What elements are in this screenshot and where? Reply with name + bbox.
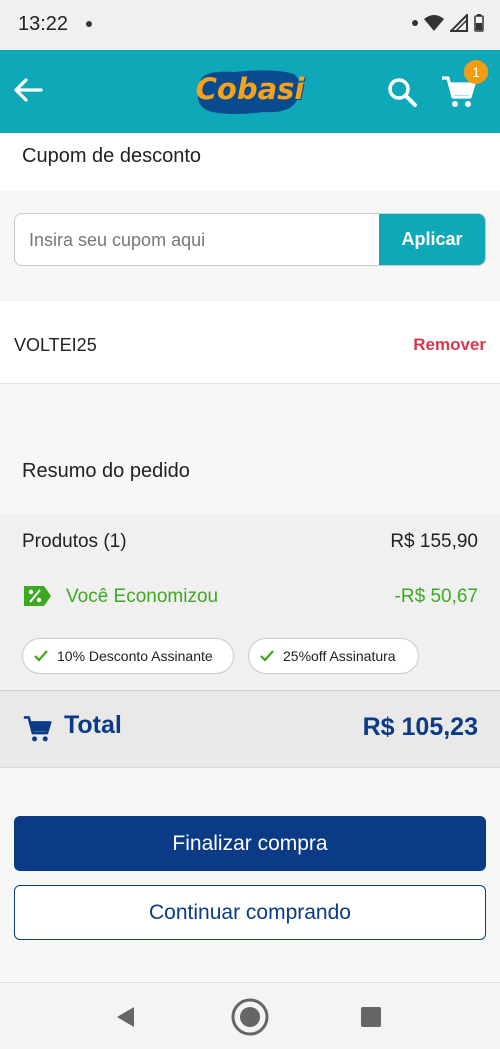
system-nav-bar — [0, 982, 500, 1049]
cart-icon — [23, 716, 52, 742]
summary-title: Resumo do pedido — [22, 460, 190, 482]
products-label: Produtos (1) — [22, 531, 127, 552]
coupon-input-group: Aplicar — [14, 213, 486, 266]
status-bar: 13:22 — [0, 0, 500, 50]
total-value: R$ 105,23 — [362, 713, 478, 741]
checkout-button[interactable]: Finalizar compra — [14, 816, 486, 871]
applied-coupon-code: VOLTEI25 — [14, 335, 97, 355]
savings-label: Você Economizou — [66, 586, 219, 607]
back-button[interactable] — [8, 70, 48, 110]
remove-coupon-link[interactable]: Remover — [413, 335, 486, 355]
status-dot-icon — [412, 20, 418, 26]
cobasi-logo[interactable]: Cobasi — [194, 68, 306, 118]
total-label: Total — [64, 711, 122, 739]
status-icons — [412, 14, 484, 32]
applied-coupon-row: VOLTEI25 Remover — [0, 301, 500, 383]
discount-chip-label: 25%off Assinatura — [283, 648, 396, 664]
coupon-input[interactable] — [15, 214, 395, 265]
coupon-header: Cupom de desconto — [0, 133, 500, 191]
summary-details: Produtos (1) R$ 155,90 Você Economizou -… — [0, 514, 500, 690]
nav-back-icon[interactable] — [114, 1005, 138, 1029]
apply-coupon-button[interactable]: Aplicar — [379, 214, 485, 265]
discount-chip-label: 10% Desconto Assinante — [57, 648, 213, 664]
discount-chip: 10% Desconto Assinante — [22, 638, 234, 674]
search-icon — [388, 78, 417, 107]
back-arrow-icon — [14, 78, 43, 102]
battery-icon — [474, 14, 484, 32]
wifi-icon — [424, 15, 444, 31]
notification-dot — [86, 21, 92, 27]
savings-value: -R$ 50,67 — [394, 586, 478, 607]
cart-count-badge: 1 — [464, 60, 488, 84]
nav-recent-icon[interactable] — [361, 1007, 381, 1027]
app-bar: Cobasi — [0, 50, 500, 133]
search-button[interactable] — [380, 72, 424, 112]
discount-chip: 25%off Assinatura — [248, 638, 419, 674]
logo-text: Cobasi — [195, 72, 305, 106]
products-value: R$ 155,90 — [390, 531, 478, 552]
total-bar: Total R$ 105,23 — [0, 690, 500, 768]
section-spacer — [0, 384, 500, 432]
check-icon — [34, 650, 48, 662]
coupon-title: Cupom de desconto — [22, 145, 202, 167]
check-icon — [260, 650, 274, 662]
signal-icon — [450, 14, 468, 32]
nav-home-icon[interactable] — [230, 997, 270, 1037]
status-time: 13:22 — [18, 13, 69, 35]
action-buttons: Finalizar compra Continuar comprando — [0, 768, 500, 982]
summary-header: Resumo do pedido — [0, 432, 500, 514]
continue-shopping-button[interactable]: Continuar comprando — [14, 885, 486, 940]
discount-tag-icon — [24, 586, 51, 606]
coupon-section: Aplicar VOLTEI25 Remover — [0, 191, 500, 383]
